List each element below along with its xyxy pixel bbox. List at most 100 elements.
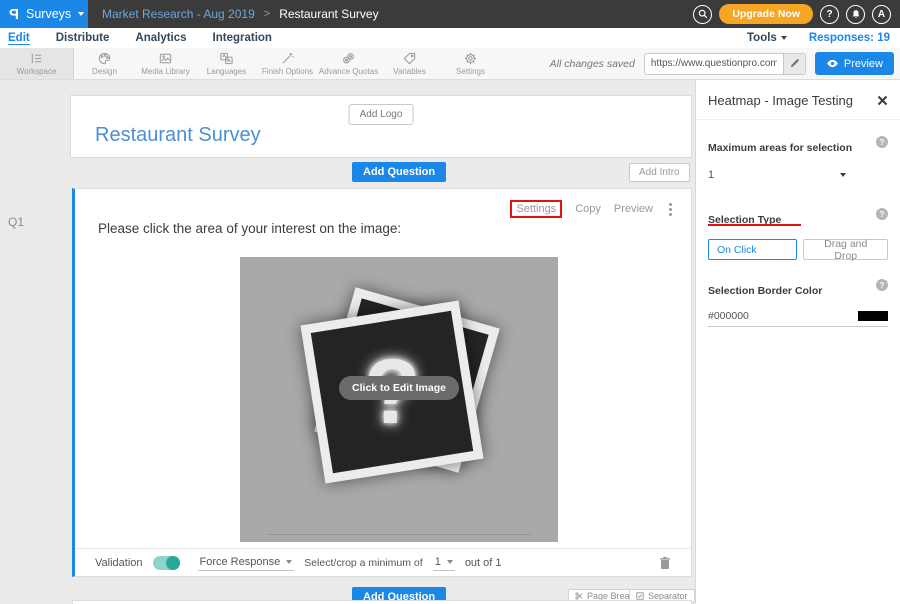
heatmap-image-placeholder[interactable]: ? Click to Edit Image	[240, 257, 558, 542]
survey-title[interactable]: Restaurant Survey	[95, 124, 261, 147]
max-areas-dropdown[interactable]: 1	[708, 169, 846, 184]
chevron-down-icon	[781, 36, 787, 40]
tools-dropdown[interactable]: Tools	[747, 32, 787, 44]
design-icon	[97, 51, 112, 66]
scissors-icon	[575, 592, 583, 600]
upgrade-now-button[interactable]: Upgrade Now	[719, 4, 813, 24]
media-library-icon	[158, 51, 173, 66]
validation-row: Validation Force Response Select/crop a …	[75, 548, 691, 576]
surveys-menu[interactable]: P Surveys	[0, 0, 88, 28]
toolbar-item-label: Media Library	[141, 67, 189, 76]
section-nav: Edit Distribute Analytics Integration To…	[0, 28, 900, 48]
validation-min-dropdown[interactable]: 1	[433, 555, 455, 571]
chevron-down-icon	[447, 560, 453, 564]
red-annotation-underline	[708, 224, 801, 226]
panel-title: Heatmap - Image Testing	[708, 93, 853, 108]
toolbar-item-finish-options[interactable]: Finish Options	[257, 48, 318, 79]
tab-analytics[interactable]: Analytics	[135, 32, 186, 44]
placeholder-divider	[268, 534, 530, 535]
question-text[interactable]: Please click the area of your interest o…	[98, 221, 401, 236]
question-more-menu[interactable]	[666, 202, 675, 217]
chevron-down-icon	[840, 173, 846, 177]
max-areas-value: 1	[708, 169, 714, 181]
avatar[interactable]: A	[872, 5, 891, 24]
question-settings-button[interactable]: Settings	[510, 200, 562, 218]
toolbar-item-media-library[interactable]: Media Library	[135, 48, 196, 79]
drag-and-drop-option[interactable]: Drag and Drop	[803, 239, 888, 260]
eye-icon	[826, 59, 839, 68]
toolbar-item-design[interactable]: Design	[74, 48, 135, 79]
question-number-label: Q1	[8, 215, 24, 229]
selection-type-options: On Click Drag and Drop	[708, 239, 888, 260]
max-areas-field: Maximum areas for selection ? 1	[696, 138, 900, 184]
tools-label: Tools	[747, 32, 777, 44]
save-status: All changes saved	[550, 58, 635, 70]
delete-question-button[interactable]	[659, 556, 671, 570]
toolbar-item-label: Advance Quotas	[319, 67, 378, 76]
close-panel-button[interactable]	[877, 95, 888, 106]
questionpro-logo-icon: P	[9, 6, 19, 23]
add-logo-button[interactable]: Add Logo	[349, 104, 414, 125]
max-areas-label: Maximum areas for selection	[708, 142, 852, 154]
add-intro-button[interactable]: Add Intro	[629, 163, 690, 182]
breadcrumb: Market Research - Aug 2019 > Restaurant …	[88, 0, 693, 28]
preview-button-label: Preview	[844, 58, 883, 70]
validation-label: Validation	[95, 557, 143, 569]
toolbar-item-languages[interactable]: Languages	[196, 48, 257, 79]
validation-min-text: Select/crop a minimum of	[304, 557, 422, 569]
validation-rule-dropdown[interactable]: Force Response	[198, 555, 295, 571]
help-button[interactable]: ?	[820, 5, 839, 24]
trash-icon	[659, 556, 671, 570]
search-button[interactable]	[693, 5, 712, 24]
finish-options-icon	[280, 51, 295, 66]
add-question-button-top[interactable]: Add Question	[352, 162, 446, 182]
product-name: Surveys	[26, 7, 71, 21]
help-icon[interactable]: ?	[876, 208, 888, 220]
border-color-field: Selection Border Color ? #000000	[696, 281, 900, 327]
border-color-label: Selection Border Color	[708, 285, 822, 297]
editor-toolbar: Workspace Design Media Library Languages…	[0, 48, 900, 80]
chevron-down-icon	[78, 12, 84, 16]
notifications-button[interactable]	[846, 5, 865, 24]
border-color-value[interactable]: #000000	[708, 310, 749, 322]
question-actions: Settings Copy Preview	[510, 200, 675, 218]
breadcrumb-parent[interactable]: Market Research - Aug 2019	[102, 7, 255, 21]
validation-rule-value: Force Response	[200, 556, 281, 568]
selection-type-field: Selection Type ? On Click Drag and Drop	[696, 210, 900, 260]
close-icon	[877, 95, 888, 106]
help-icon[interactable]: ?	[876, 136, 888, 148]
settings-icon	[463, 51, 478, 66]
tab-distribute[interactable]: Distribute	[56, 32, 110, 44]
toolbar-item-variables[interactable]: Variables	[379, 48, 440, 79]
bell-icon	[851, 9, 861, 19]
tab-integration[interactable]: Integration	[213, 32, 272, 44]
toolbar-item-settings[interactable]: Settings	[440, 48, 501, 79]
top-actions: Upgrade Now ? A	[693, 0, 900, 28]
question-preview-button[interactable]: Preview	[614, 203, 653, 215]
survey-url-input[interactable]	[645, 54, 783, 74]
click-to-edit-image-button[interactable]: Click to Edit Image	[339, 376, 459, 400]
question-card: Settings Copy Preview Please click the a…	[72, 188, 692, 577]
toolbar-item-label: Settings	[456, 67, 485, 76]
edit-url-button[interactable]	[783, 53, 805, 75]
toolbar-item-workspace[interactable]: Workspace	[0, 48, 74, 79]
variables-icon	[402, 51, 417, 66]
pencil-icon	[789, 58, 800, 69]
question-settings-panel: Heatmap - Image Testing Maximum areas fo…	[695, 80, 900, 604]
toolbar-item-label: Design	[92, 67, 117, 76]
help-icon[interactable]: ?	[876, 279, 888, 291]
workspace-icon	[29, 51, 44, 66]
question-copy-button[interactable]: Copy	[575, 203, 601, 215]
color-swatch[interactable]	[858, 311, 888, 321]
toolbar-item-advance-quotas[interactable]: Advance Quotas	[318, 48, 379, 79]
border-color-input-row: #000000	[708, 310, 888, 327]
panel-header: Heatmap - Image Testing	[696, 80, 900, 120]
validation-toggle[interactable]	[153, 556, 180, 570]
responses-count[interactable]: Responses: 19	[809, 32, 890, 44]
preview-button[interactable]: Preview	[815, 52, 894, 75]
breadcrumb-separator: >	[264, 8, 270, 20]
survey-url-field	[644, 53, 806, 75]
validation-min-value: 1	[435, 556, 441, 568]
on-click-option[interactable]: On Click	[708, 239, 797, 260]
tab-edit[interactable]: Edit	[8, 32, 30, 45]
